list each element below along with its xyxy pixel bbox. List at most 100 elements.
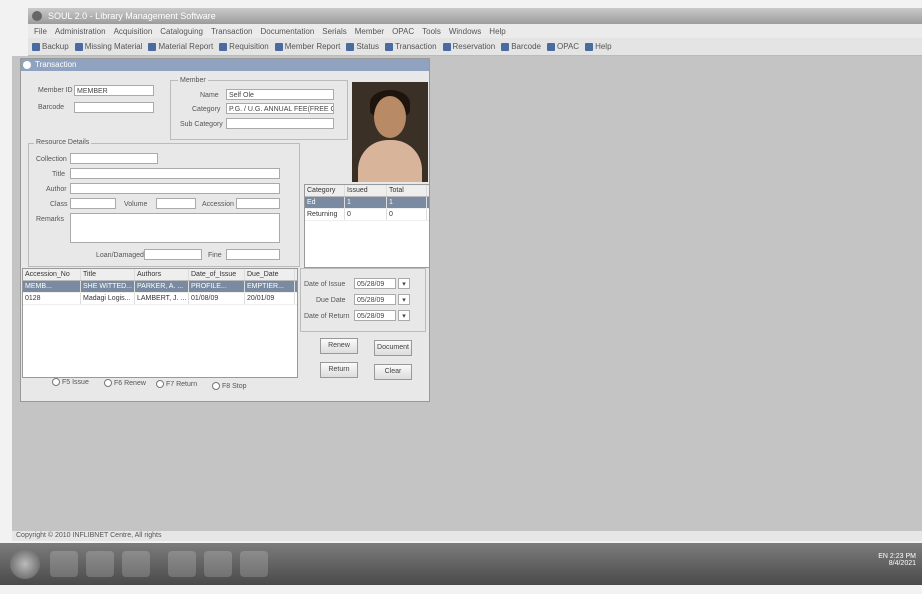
member-icon [274, 42, 283, 51]
toolbar-material-report[interactable]: Material Report [148, 42, 213, 51]
due-date-field[interactable]: 05/28/09 [354, 294, 396, 305]
toolbar-requisition[interactable]: Requisition [219, 42, 269, 51]
table-row[interactable]: MEMB... SHE WITTED... PARKER, A. ... PRO… [23, 281, 297, 293]
window-titlebar: SOUL 2.0 - Library Management Software [28, 8, 922, 24]
category-label: Category [192, 106, 221, 113]
toolbar-opac[interactable]: OPAC [547, 42, 579, 51]
summary-col-header: Total [387, 185, 427, 196]
name-field[interactable]: Self Ole [226, 89, 334, 100]
app-task-icon[interactable] [168, 551, 196, 577]
radio-label: F5 Issue [62, 378, 89, 386]
menu-opac[interactable]: OPAC [392, 27, 414, 36]
toolbar-member-report[interactable]: Member Report [274, 42, 340, 51]
opac-icon [547, 42, 555, 51]
menu-tools[interactable]: Tools [422, 27, 441, 36]
mode-renew-radio[interactable]: F6 Renew [104, 379, 146, 387]
menu-windows[interactable]: Windows [449, 27, 481, 36]
loans-header: Accession_No Title Authors Date_of_Issue… [23, 269, 297, 281]
task-icon[interactable] [240, 551, 268, 577]
menu-transaction[interactable]: Transaction [211, 27, 253, 36]
mode-return-radio[interactable]: F7 Return [156, 380, 197, 388]
radio-label: F8 Stop [222, 382, 247, 390]
collection-field[interactable] [70, 153, 158, 164]
toolbar-missing-material[interactable]: Missing Material [74, 42, 142, 51]
member-id-label: Member ID [38, 87, 73, 94]
calendar-icon[interactable]: ▾ [398, 294, 410, 305]
remarks-field[interactable] [70, 213, 280, 243]
table-cell: MEMB... [23, 281, 81, 292]
table-cell: PROFILE... [189, 281, 245, 292]
clear-button[interactable]: Clear [374, 364, 412, 380]
menu-administration[interactable]: Administration [55, 27, 106, 36]
toolbar-label: Status [356, 42, 380, 51]
title-field[interactable] [70, 168, 280, 179]
barcode-field[interactable] [74, 102, 154, 113]
toolbar-label: OPAC [557, 42, 580, 51]
document-button[interactable]: Document [374, 340, 412, 356]
date-of-return-label: Date of Return [304, 313, 350, 320]
loan-damaged-field[interactable] [144, 249, 202, 260]
start-button[interactable] [10, 549, 40, 579]
mode-stop-radio[interactable]: F8 Stop [212, 382, 247, 390]
renew-button[interactable]: Renew [320, 338, 358, 354]
status-bar: Copyright © 2010 INFLIBNET Centre, All r… [12, 531, 922, 541]
date-of-return-field[interactable]: 05/28/09 [354, 310, 396, 321]
menu-bar: File Administration Acquisition Catalogu… [28, 24, 922, 38]
ie-icon[interactable] [50, 551, 78, 577]
menu-documentation[interactable]: Documentation [260, 27, 314, 36]
mode-issue-radio[interactable]: F5 Issue [52, 378, 89, 386]
toolbar: Backup Missing Material Material Report … [28, 38, 922, 56]
task-icon[interactable] [204, 551, 232, 577]
date-of-issue-label: Date of Issue [304, 281, 346, 288]
toolbar-barcode[interactable]: Barcode [501, 42, 541, 51]
radio-label: F6 Renew [114, 379, 146, 387]
toolbar-help[interactable]: Help [585, 42, 612, 51]
author-field[interactable] [70, 183, 280, 194]
due-date-label: Due Date [316, 297, 346, 304]
subcategory-field[interactable] [226, 118, 334, 129]
fine-label: Fine [208, 252, 222, 259]
table-cell: 1 [387, 197, 427, 208]
table-row[interactable]: Returning 0 0 [305, 209, 429, 221]
accession-field[interactable] [236, 198, 280, 209]
collection-label: Collection [36, 156, 67, 163]
calendar-icon[interactable]: ▾ [398, 278, 410, 289]
status-icon [346, 42, 355, 51]
member-id-field[interactable]: MEMBER [74, 85, 154, 96]
menu-help[interactable]: Help [489, 27, 505, 36]
backup-icon [32, 42, 40, 51]
menu-acquisition[interactable]: Acquisition [114, 27, 153, 36]
category-field[interactable]: P.G. / U.G. ANNUAL FEE(FREE CARD) [226, 103, 334, 114]
folder-icon[interactable] [122, 551, 150, 577]
table-cell: EMPTIER... [245, 281, 295, 292]
table-row[interactable]: Ed 1 1 [305, 197, 429, 209]
photo-body [358, 140, 422, 182]
explorer-icon[interactable] [86, 551, 114, 577]
transaction-window-title: Transaction [35, 60, 77, 69]
photo-face [374, 96, 406, 138]
date-of-issue-field[interactable]: 05/28/09 [354, 278, 396, 289]
summary-col-header: Category [305, 185, 345, 196]
menu-file[interactable]: File [34, 27, 47, 36]
toolbar-reservation[interactable]: Reservation [442, 42, 495, 51]
language-indicator[interactable]: EN [878, 553, 888, 560]
table-cell: 0 [345, 209, 387, 220]
menu-serials[interactable]: Serials [322, 27, 346, 36]
system-tray[interactable]: EN 2:23 PM 8/4/2021 [878, 553, 916, 567]
summary-grid: Category Issued Total Ed 1 1 Returning 0… [304, 184, 430, 268]
toolbar-transaction[interactable]: Transaction [385, 42, 437, 51]
fine-field[interactable] [226, 249, 280, 260]
radio-icon [156, 380, 164, 388]
calendar-icon[interactable]: ▾ [398, 310, 410, 321]
transaction-icon [385, 42, 394, 51]
menu-cataloguing[interactable]: Cataloguing [160, 27, 203, 36]
toolbar-status[interactable]: Status [346, 42, 379, 51]
toolbar-backup[interactable]: Backup [32, 42, 69, 51]
clock-date: 8/4/2021 [888, 560, 916, 567]
class-field[interactable] [70, 198, 116, 209]
return-button[interactable]: Return [320, 362, 358, 378]
name-label: Name [200, 92, 219, 99]
volume-field[interactable] [156, 198, 196, 209]
menu-member[interactable]: Member [355, 27, 384, 36]
table-row[interactable]: 0128 Madagi Logis... LAMBERT, J. ... 01/… [23, 293, 297, 305]
